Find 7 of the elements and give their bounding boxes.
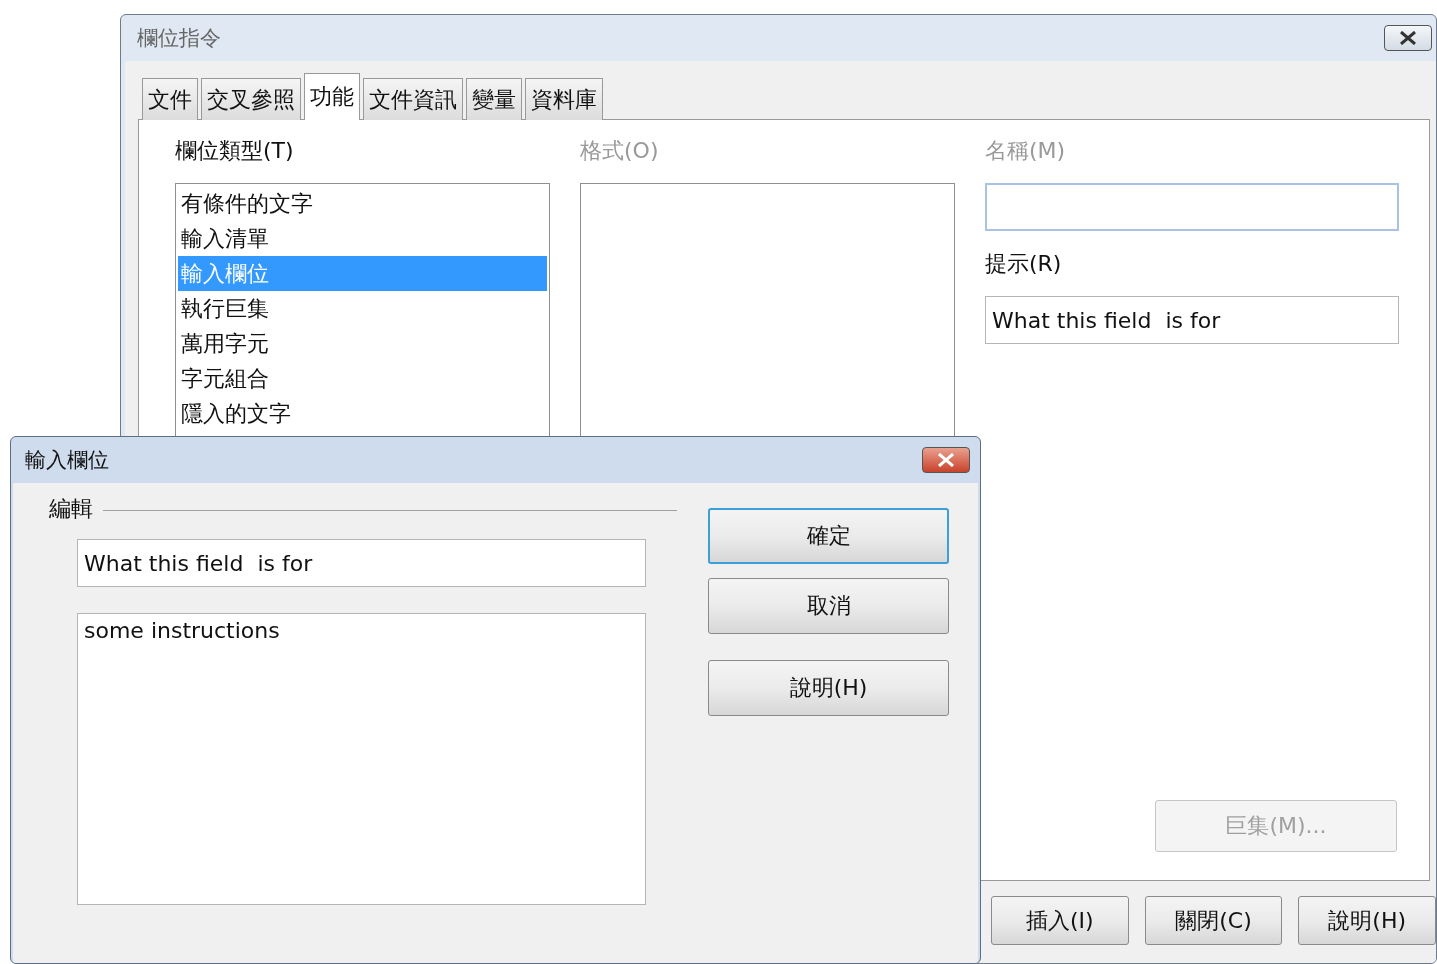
name-label: 名稱(M) — [985, 137, 1067, 165]
dialog-title: 輸入欄位 — [25, 447, 109, 474]
window-title: 欄位指令 — [137, 25, 221, 52]
format-label: 格式(O) — [580, 137, 660, 165]
group-label: 編輯 — [49, 495, 93, 523]
field-type-label: 欄位類型(T) — [175, 137, 295, 165]
hint-label: 提示(R) — [985, 250, 1063, 278]
